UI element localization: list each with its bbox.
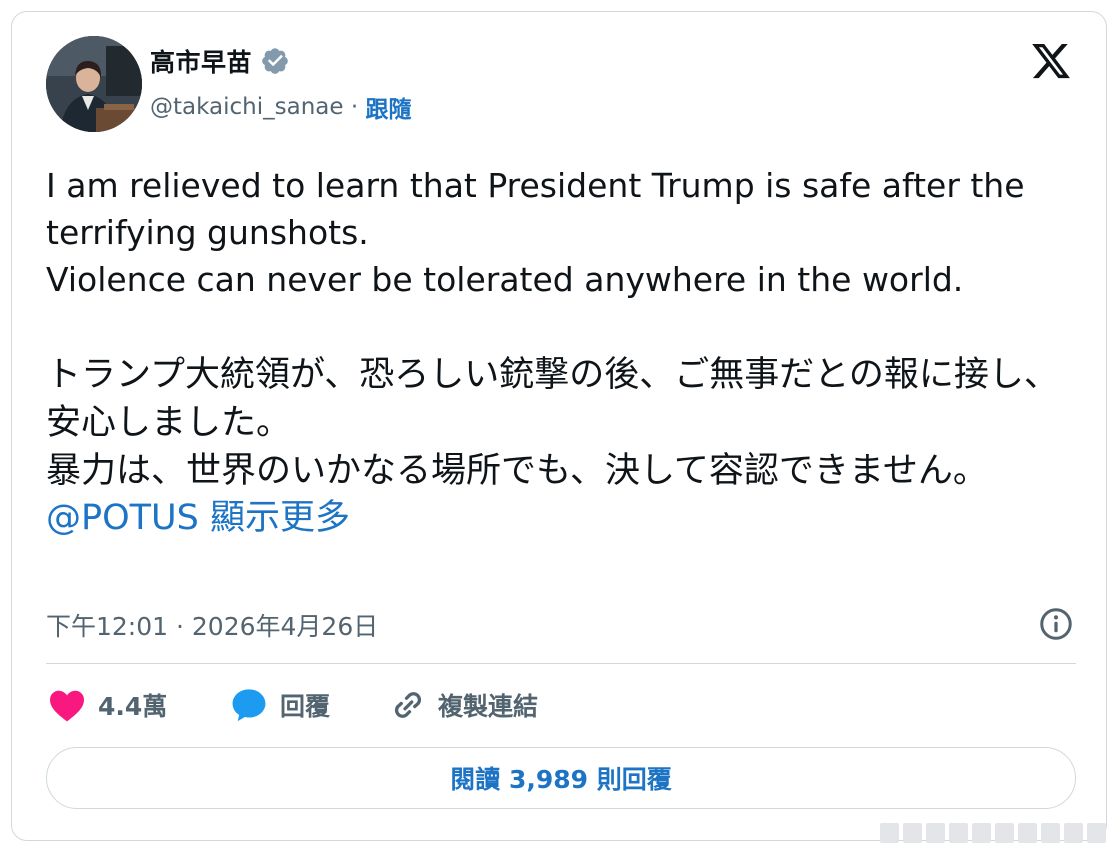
divider	[46, 663, 1076, 664]
tweet-text: I am relieved to learn that President Tr…	[46, 162, 1086, 541]
copy-link-label: 複製連結	[438, 692, 539, 721]
read-replies-button[interactable]: 閱讀 3,989 則回覆	[46, 747, 1076, 809]
link-icon	[394, 692, 422, 718]
mention-link[interactable]: @POTUS	[46, 498, 199, 538]
reply-label: 回覆	[280, 692, 331, 721]
tweet-line-en-2: Violence can never be tolerated anywhere…	[46, 260, 964, 299]
heart-icon	[50, 690, 84, 722]
copy-link-button[interactable]: 複製連結	[390, 685, 538, 725]
handle-separator: ·	[343, 94, 366, 120]
author-display-name[interactable]: 高市早苗	[150, 43, 252, 79]
info-icon[interactable]	[1038, 606, 1074, 642]
tweet-line-en-1: I am relieved to learn that President Tr…	[46, 166, 1025, 252]
author-handle-row: @takaichi_sanae · 跟隨	[150, 90, 411, 124]
tweet-timestamp[interactable]: 下午12:01 · 2026年4月26日	[46, 608, 378, 642]
avatar-photo	[46, 36, 142, 132]
like-button[interactable]: 4.4萬	[48, 685, 167, 725]
x-logo-icon[interactable]	[1028, 40, 1074, 82]
reply-bubble-icon	[232, 689, 266, 722]
show-more-link[interactable]: 顯示更多	[210, 498, 350, 538]
like-count: 4.4萬	[98, 692, 168, 721]
tweet-line-ja-1: トランプ大統領が、恐ろしい銃撃の後、ご無事だとの報に接し、安心しました。	[46, 355, 1059, 443]
tweet-embed-card: 高市早苗 @takaichi_sanae · 跟隨 I am relieved …	[11, 11, 1107, 841]
verified-badge-icon	[262, 48, 288, 74]
follow-link[interactable]: 跟隨	[365, 90, 411, 124]
author-name-row: 高市早苗	[150, 44, 290, 78]
reply-button[interactable]: 回覆	[230, 685, 330, 725]
horizontal-scrollbar[interactable]	[880, 818, 1114, 848]
author-handle[interactable]: @takaichi_sanae	[150, 94, 344, 120]
tweet-line-ja-2: 暴力は、世界のいかなる場所でも、決して容認できません。	[46, 451, 988, 491]
tweet-links-row: @POTUS 顯示更多	[46, 495, 1086, 541]
avatar[interactable]	[46, 36, 142, 132]
